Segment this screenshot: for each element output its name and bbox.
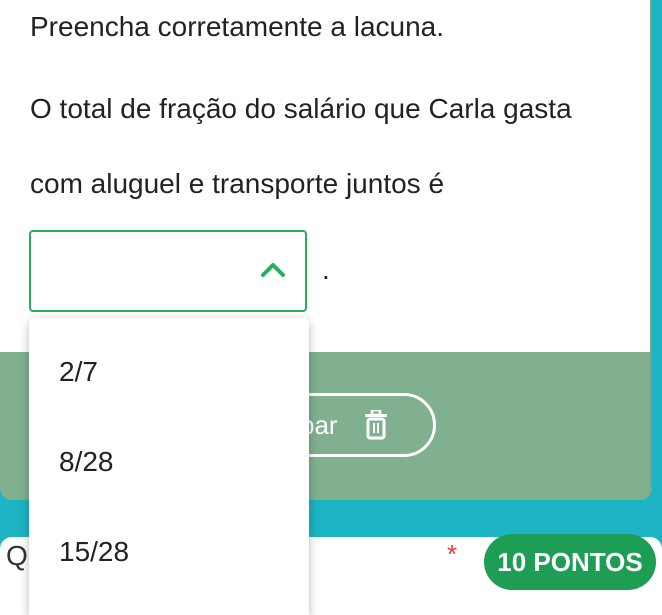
points-badge: 10 PONTOS [484,534,656,590]
chevron-up-icon[interactable] [260,260,286,278]
card-edge [650,0,652,500]
dropdown-menu: 2/7 8/28 15/28 [29,318,309,615]
trash-icon [365,410,387,440]
next-question-letter: Q [6,540,28,571]
dropdown-option[interactable]: 15/28 [59,536,129,568]
question-line-2: com aluguel e transporte juntos é [30,168,445,199]
dropdown-option[interactable]: 2/7 [59,356,98,388]
dropdown-option[interactable]: 8/28 [59,446,114,478]
required-asterisk: * [447,539,458,569]
instruction-text: Preencha corretamente a lacuna. [30,11,445,42]
question-line-1: O total de fração do salário que Carla g… [30,93,572,124]
sentence-period: . [322,254,330,285]
